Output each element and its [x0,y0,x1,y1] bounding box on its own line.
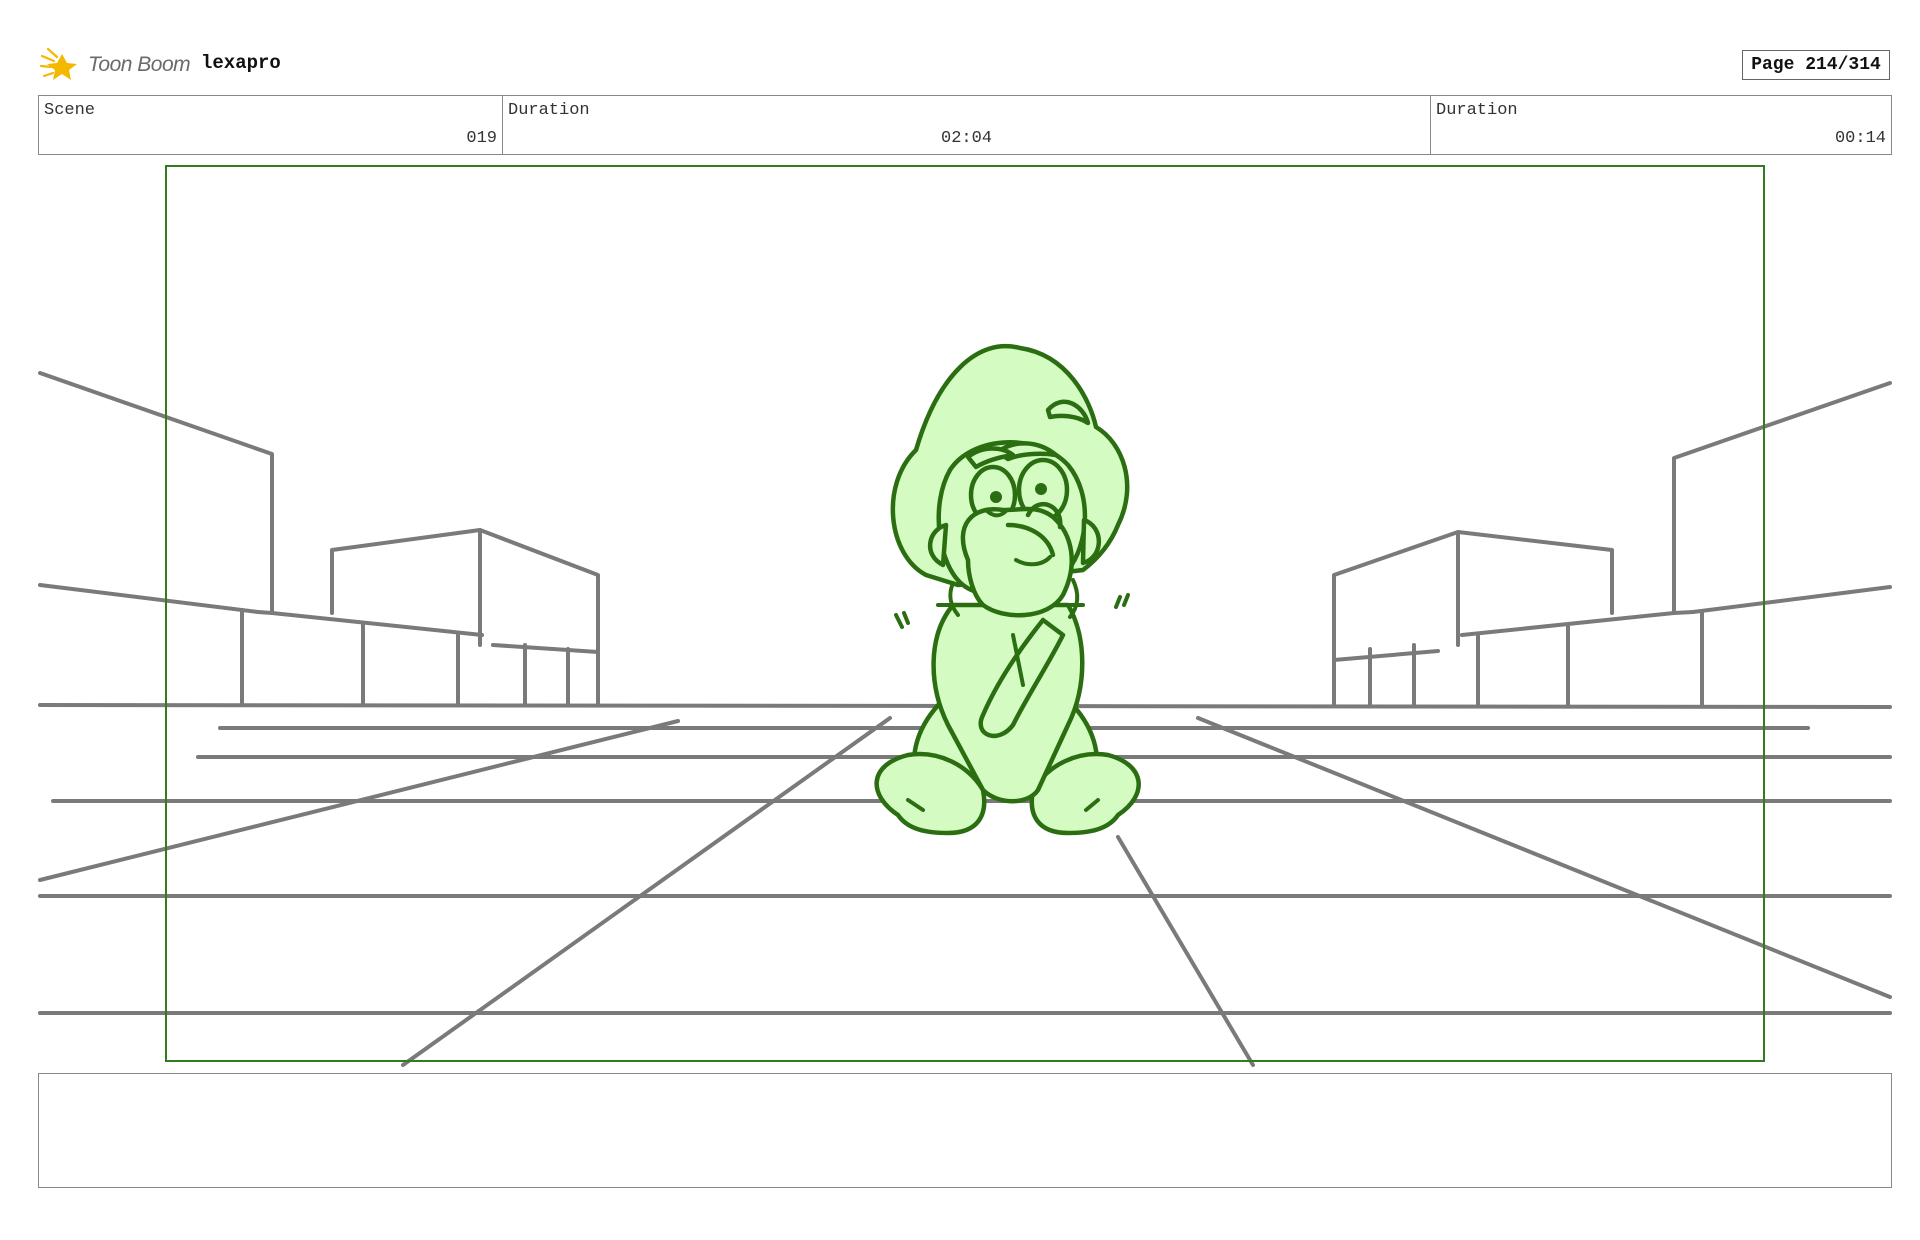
logo-text: Toon Boom [88,53,191,76]
duration-label-scene: Duration [1436,101,1518,120]
duration-cell-scene: Duration 00:14 [1431,96,1891,154]
duration-cell-panel: Duration 02:04 [503,96,1431,154]
project-name: lexapro [201,52,281,74]
storyboard-drawing [38,165,1892,1067]
scene-info-table: Scene 019 Duration 02:04 Duration 00:14 [38,95,1892,155]
character-drawing [874,344,1141,836]
scene-cell: Scene 019 [39,96,503,154]
scene-value: 019 [466,129,497,148]
duration-value-panel: 02:04 [940,129,993,148]
toon-boom-logo: Toon Boom [40,46,191,84]
page-indicator: Page 214/314 [1742,50,1890,80]
scene-label: Scene [44,101,96,120]
storyboard-panel [38,165,1892,1070]
duration-label-panel: Duration [508,101,590,120]
toon-boom-star-icon [40,47,77,80]
duration-value-scene: 00:14 [1834,129,1886,148]
notes-box[interactable] [38,1073,1892,1188]
